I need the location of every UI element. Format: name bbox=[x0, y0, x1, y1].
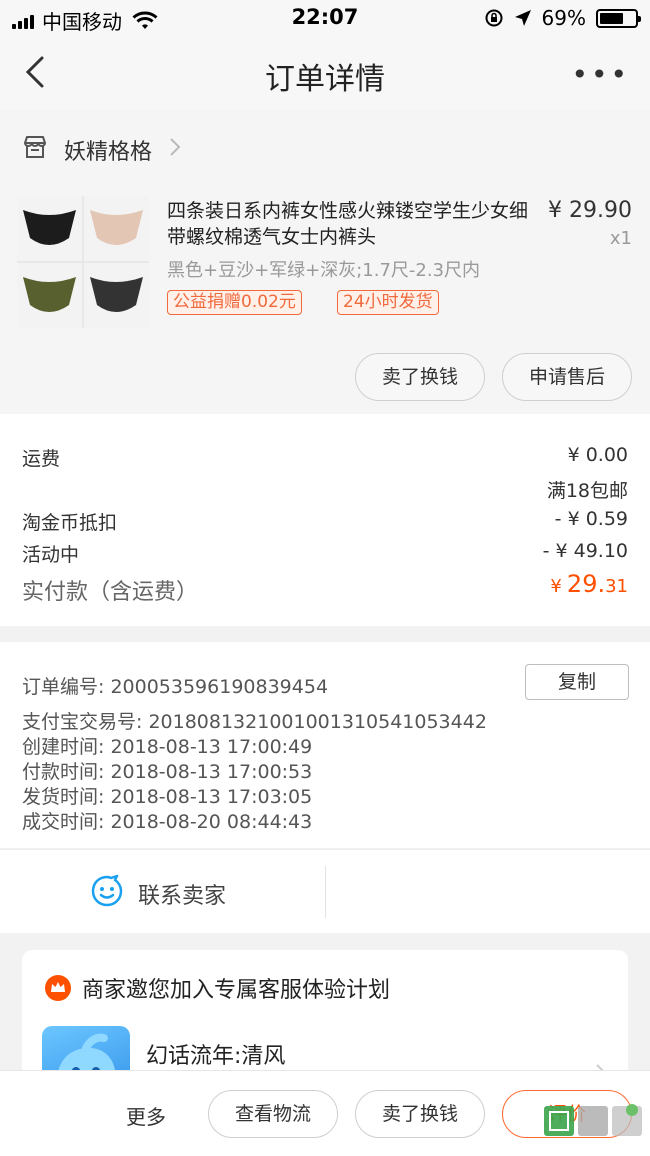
contact-seller-row[interactable]: 联系卖家 bbox=[0, 849, 650, 933]
agent-name: 幻话流年:清风 bbox=[146, 1044, 286, 1069]
sell-for-cash-button[interactable]: 卖了换钱 bbox=[355, 1090, 485, 1138]
alipay-trade-number: 支付宝交易号: 2018081321001001310541053442 bbox=[22, 711, 487, 733]
total-paid-value: ¥ 29.31 bbox=[550, 570, 628, 598]
thumb-cell bbox=[84, 263, 149, 328]
crown-badge-icon bbox=[45, 975, 71, 1001]
free-shipping-note: 满18包邮 bbox=[546, 480, 628, 502]
thumb-cell bbox=[17, 196, 82, 261]
paid-time: 付款时间: 2018-08-13 17:00:53 bbox=[22, 761, 313, 783]
completed-time: 成交时间: 2018-08-20 08:44:43 bbox=[22, 811, 313, 833]
chat-bubble-icon bbox=[91, 874, 123, 907]
copy-button[interactable]: 复制 bbox=[525, 664, 629, 700]
charity-tag: 公益捐赠0.02元 bbox=[167, 290, 302, 315]
status-bar: 中国移动 22:07 69% bbox=[0, 0, 650, 36]
product-sku: 黑色+豆沙+军绿+深灰;1.7尺-2.3尺内 bbox=[167, 260, 481, 281]
total-paid-label: 实付款（含运费） bbox=[22, 580, 199, 605]
divider bbox=[325, 866, 326, 918]
shop-name[interactable]: 妖精格格 bbox=[64, 134, 152, 166]
shipping-label: 运费 bbox=[22, 448, 61, 470]
promotion-label: 活动中 bbox=[22, 544, 80, 566]
view-logistics-button[interactable]: 查看物流 bbox=[208, 1090, 338, 1138]
site-watermark bbox=[514, 1100, 644, 1156]
total-integer: 29. bbox=[566, 570, 606, 598]
request-after-sale-button[interactable]: 申请售后 bbox=[502, 353, 632, 401]
product-quantity: x1 bbox=[609, 228, 632, 249]
battery-percent: 69% bbox=[541, 6, 586, 30]
product-item[interactable]: 四条装日系内裤女性感火辣镂空学生少女细带螺纹棉透气女士内裤头 ¥ 29.90 x… bbox=[0, 186, 650, 414]
coin-deduction-label: 淘金币抵扣 bbox=[22, 512, 118, 534]
store-icon bbox=[24, 136, 46, 158]
chevron-right-icon bbox=[170, 138, 181, 156]
more-button[interactable]: 更多 bbox=[126, 1101, 166, 1130]
location-icon bbox=[514, 10, 531, 26]
more-menu-icon[interactable]: ••• bbox=[571, 58, 630, 91]
fee-summary: 运费 ¥ 0.00 满18包邮 淘金币抵扣 - ¥ 0.59 活动中 - ¥ 4… bbox=[0, 414, 650, 626]
order-info: 订单编号: 200053596190839454 复制 支付宝交易号: 2018… bbox=[0, 642, 650, 848]
product-thumbnail[interactable] bbox=[17, 196, 149, 328]
card-title: 商家邀您加入专属客服体验计划 bbox=[82, 978, 391, 1003]
total-decimal: 31 bbox=[605, 576, 628, 597]
shipped-time: 发货时间: 2018-08-13 17:03:05 bbox=[22, 786, 313, 808]
shipping-value: ¥ 0.00 bbox=[567, 444, 628, 466]
shipping-tag: 24小时发货 bbox=[337, 290, 439, 315]
sell-for-cash-button[interactable]: 卖了换钱 bbox=[355, 353, 485, 401]
product-title[interactable]: 四条装日系内裤女性感火辣镂空学生少女细带螺纹棉透气女士内裤头 bbox=[167, 198, 532, 250]
nav-bar: 订单详情 ••• bbox=[0, 36, 650, 110]
product-price: ¥ 29.90 bbox=[548, 198, 632, 223]
status-right: 69% bbox=[484, 6, 641, 30]
promotion-value: - ¥ 49.10 bbox=[542, 540, 628, 562]
contact-seller-label[interactable]: 联系卖家 bbox=[138, 878, 226, 910]
coin-deduction-value: - ¥ 0.59 bbox=[554, 508, 628, 530]
order-number: 订单编号: 200053596190839454 bbox=[22, 676, 329, 698]
thumb-cell bbox=[84, 196, 149, 261]
created-time: 创建时间: 2018-08-13 17:00:49 bbox=[22, 736, 313, 758]
page-title: 订单详情 bbox=[265, 62, 385, 97]
currency-symbol: ¥ bbox=[550, 576, 562, 597]
battery-icon bbox=[596, 8, 641, 28]
rotation-lock-icon bbox=[485, 9, 503, 27]
thumb-cell bbox=[17, 263, 82, 328]
shop-row[interactable]: 妖精格格 bbox=[0, 110, 650, 186]
